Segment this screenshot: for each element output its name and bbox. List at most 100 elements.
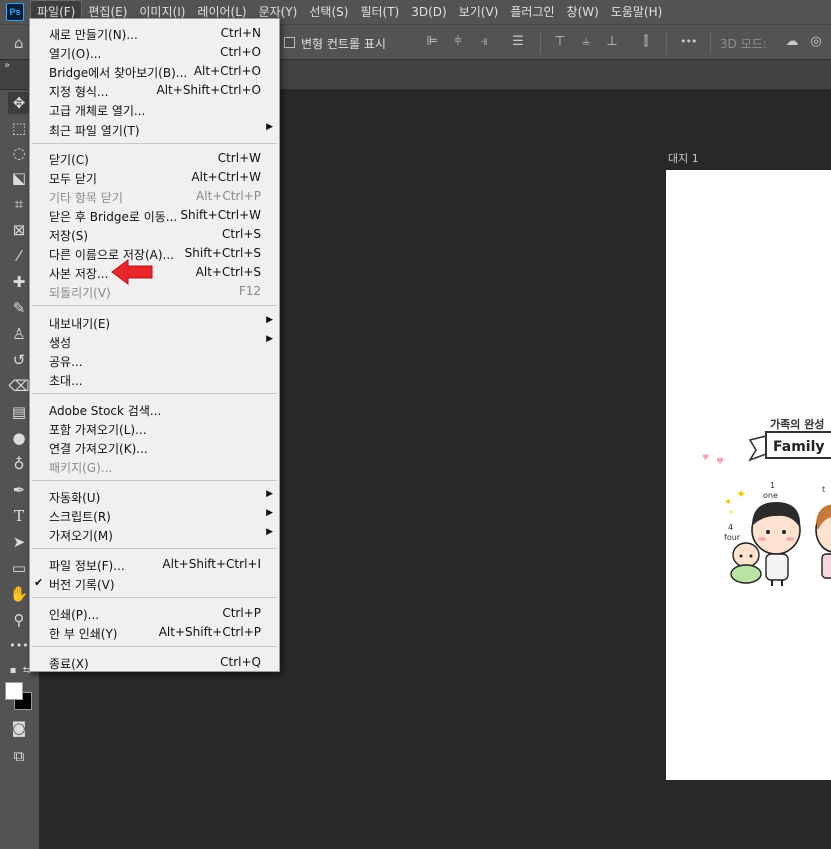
collapse-panel-icon[interactable]: » — [4, 60, 10, 71]
hand-tool-icon[interactable]: ✋ — [8, 583, 30, 605]
file-menu-close[interactable]: 닫기(C) Ctrl+W — [30, 148, 279, 167]
align-center-icon[interactable]: ⫩ — [450, 34, 466, 50]
3d-orbit-icon[interactable]: ☁ — [784, 34, 800, 50]
file-menu-scripts[interactable]: 스크립트(R) ▶ — [30, 505, 279, 524]
sparkle-icon: ✦ — [736, 487, 746, 501]
eraser-tool-icon[interactable]: ⌫ — [8, 375, 30, 397]
menu-filter[interactable]: 필터(T) — [354, 0, 405, 24]
artboard-canvas[interactable]: 가족의 완성 Family ♥ ♥ ✦ ✦ ✧ 1 one 4 four t — [666, 170, 831, 780]
menu-3d[interactable]: 3D(D) — [405, 0, 452, 24]
menu-label: 인쇄(P)... — [49, 608, 100, 622]
file-menu-generate[interactable]: 생성 ▶ — [30, 331, 279, 350]
menu-shortcut: Alt+Shift+Ctrl+I — [162, 557, 261, 571]
object-selection-tool-icon[interactable]: ⬕ — [8, 167, 30, 189]
file-menu-import[interactable]: 가져오기(M) ▶ — [30, 524, 279, 543]
3d-mode-label: 3D 모드: — [720, 37, 767, 51]
menu-label: 닫은 후 Bridge로 이동... — [49, 210, 178, 224]
file-menu-new[interactable]: 새로 만들기(N)... Ctrl+N — [30, 23, 279, 42]
file-menu-exit[interactable]: 종료(X) Ctrl+Q — [30, 652, 279, 671]
file-menu-invite[interactable]: 초대... — [30, 369, 279, 388]
file-menu-version-history[interactable]: ✔ 버전 기록(V) — [30, 573, 279, 592]
marquee-tool-icon[interactable]: ⬚ — [8, 117, 30, 139]
menu-shortcut: F12 — [238, 284, 261, 298]
file-menu-save[interactable]: 저장(S) Ctrl+S — [30, 224, 279, 243]
word-one-label: one — [763, 491, 778, 500]
file-menu-file-info[interactable]: 파일 정보(F)... Alt+Shift+Ctrl+I — [30, 554, 279, 573]
file-menu-share[interactable]: 공유... — [30, 350, 279, 369]
blur-tool-icon[interactable]: ● — [8, 427, 30, 449]
menu-shortcut: Alt+Ctrl+W — [191, 170, 261, 184]
file-menu-close-go-bridge[interactable]: 닫은 후 Bridge로 이동... Shift+Ctrl+W — [30, 205, 279, 224]
foreground-color-swatch[interactable] — [5, 682, 23, 700]
file-menu-save-copy[interactable]: 사본 저장... Alt+Ctrl+S — [30, 262, 279, 281]
move-tool-icon[interactable]: ✥ — [8, 92, 30, 114]
menu-shortcut: Alt+Ctrl+O — [193, 64, 261, 78]
menu-label: Adobe Stock 검색... — [49, 404, 162, 418]
menu-label: 되돌리기(V) — [49, 286, 111, 300]
file-menu-open-smart-object[interactable]: 고급 개체로 열기... — [30, 99, 279, 118]
lasso-tool-icon[interactable]: ◌ — [8, 142, 30, 164]
file-menu-save-as[interactable]: 다른 이름으로 저장(A)... Shift+Ctrl+S — [30, 243, 279, 262]
align-right-icon[interactable]: ⫣ — [476, 34, 492, 50]
align-bottom-icon[interactable]: ⊥ — [604, 34, 620, 50]
illustration-headline: 가족의 완성 — [770, 417, 824, 431]
align-top-icon[interactable]: ⊤ — [552, 34, 568, 50]
menu-shortcut: Shift+Ctrl+W — [180, 208, 261, 222]
file-menu-print-one-copy[interactable]: 한 부 인쇄(Y) Alt+Shift+Ctrl+P — [30, 622, 279, 641]
edit-toolbar-icon[interactable]: ••• — [8, 635, 30, 657]
transform-controls-checkbox[interactable] — [284, 37, 295, 48]
menu-view[interactable]: 보기(V) — [453, 0, 505, 24]
zoom-tool-icon[interactable]: ⚲ — [8, 609, 30, 631]
healing-brush-tool-icon[interactable]: ✚ — [8, 271, 30, 293]
path-selection-tool-icon[interactable]: ➤ — [8, 531, 30, 553]
checkmark-icon: ✔ — [34, 576, 44, 589]
menu-plugins[interactable]: 플러그인 — [504, 0, 560, 24]
menu-separator — [32, 393, 277, 394]
file-menu-open-as[interactable]: 지정 형식... Alt+Shift+Ctrl+O — [30, 80, 279, 99]
file-menu-place-linked[interactable]: 연결 가져오기(K)... — [30, 437, 279, 456]
rectangle-tool-icon[interactable]: ▭ — [8, 557, 30, 579]
align-middle-icon[interactable]: ⫨ — [578, 34, 594, 50]
menu-shortcut: Alt+Ctrl+P — [196, 189, 261, 203]
file-menu-place-embedded[interactable]: 포함 가져오기(L)... — [30, 418, 279, 437]
type-tool-icon[interactable]: T — [8, 505, 30, 527]
crop-tool-icon[interactable]: ⌗ — [8, 193, 30, 215]
menu-label: 스크립트(R) — [49, 510, 111, 524]
menu-help[interactable]: 도움말(H) — [605, 0, 669, 24]
brush-tool-icon[interactable]: ✎ — [8, 297, 30, 319]
menu-shortcut: Ctrl+N — [220, 26, 261, 40]
sparkle-icon: ✦ — [724, 497, 732, 508]
file-menu-close-all[interactable]: 모두 닫기 Alt+Ctrl+W — [30, 167, 279, 186]
eyedropper-tool-icon[interactable]: ⁄ — [8, 245, 30, 267]
3d-rotate-icon[interactable]: ◎ — [808, 34, 824, 50]
menu-separator — [32, 480, 277, 481]
file-menu-print[interactable]: 인쇄(P)... Ctrl+P — [30, 603, 279, 622]
menu-separator — [32, 305, 277, 306]
dodge-tool-icon[interactable]: ♁ — [8, 453, 30, 475]
quick-mask-icon[interactable]: ◙ — [8, 717, 30, 739]
screen-mode-icon[interactable]: ⧉ — [8, 745, 30, 767]
pen-tool-icon[interactable]: ✒ — [8, 479, 30, 501]
file-menu-browse-bridge[interactable]: Bridge에서 찾아보기(B)... Alt+Ctrl+O — [30, 61, 279, 80]
history-brush-tool-icon[interactable]: ↺ — [8, 349, 30, 371]
align-left-icon[interactable]: ⊫ — [424, 34, 440, 50]
file-menu-adobe-stock[interactable]: Adobe Stock 검색... — [30, 399, 279, 418]
file-menu-automate[interactable]: 자동화(U) ▶ — [30, 486, 279, 505]
menu-shortcut: Ctrl+W — [217, 151, 261, 165]
file-menu-open-recent[interactable]: 최근 파일 열기(T) ▶ — [30, 119, 279, 138]
menu-label: 새로 만들기(N)... — [49, 28, 138, 42]
menu-label: 버전 기록(V) — [49, 578, 115, 592]
file-menu-export[interactable]: 내보내기(E) ▶ — [30, 312, 279, 331]
frame-tool-icon[interactable]: ⊠ — [8, 219, 30, 241]
menu-label: 종료(X) — [49, 657, 89, 671]
menu-label: 모두 닫기 — [49, 172, 97, 186]
gradient-tool-icon[interactable]: ▤ — [8, 401, 30, 423]
clone-stamp-tool-icon[interactable]: ♙ — [8, 323, 30, 345]
more-options-icon[interactable]: ••• — [680, 34, 697, 50]
distribute-vertical-icon[interactable]: ⫿ — [638, 34, 654, 50]
file-menu-open[interactable]: 열기(O)... Ctrl+O — [30, 42, 279, 61]
menu-select[interactable]: 선택(S) — [303, 0, 354, 24]
menu-label: 자동화(U) — [49, 491, 101, 505]
distribute-horizontal-icon[interactable]: ☰ — [510, 34, 526, 50]
menu-window[interactable]: 창(W) — [561, 0, 605, 24]
